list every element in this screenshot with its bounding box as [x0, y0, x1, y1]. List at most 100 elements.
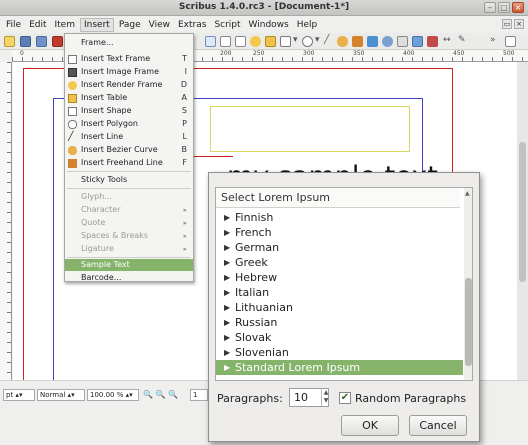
- scrollbar-thumb[interactable]: [519, 142, 526, 282]
- list-item[interactable]: ▶ Greek: [216, 255, 463, 270]
- spin-arrows-icon[interactable]: ▲ ▼: [321, 389, 330, 406]
- zoom-buttons[interactable]: 🔍 🔍 🔍: [143, 390, 178, 399]
- scroll-up-icon[interactable]: ▲: [465, 190, 470, 197]
- menu-barcode[interactable]: Barcode...: [65, 272, 193, 284]
- unlink-frames-icon[interactable]: [427, 36, 438, 47]
- list-item[interactable]: ▶ Lithuanian: [216, 300, 463, 315]
- menu-label: Spaces & Breaks: [81, 231, 149, 240]
- submenu-arrow-icon: ▸: [183, 206, 187, 214]
- list-item[interactable]: ▶ Russian: [216, 315, 463, 330]
- expand-arrow-icon: ▶: [224, 258, 231, 267]
- copy-properties-icon[interactable]: ✎: [458, 35, 466, 45]
- close-document-icon[interactable]: [52, 36, 63, 47]
- menu-insert-bezier-curve[interactable]: Insert Bezier Curve B: [65, 144, 193, 156]
- list-scrollbar-thumb[interactable]: [465, 278, 472, 366]
- menu-windows[interactable]: Windows: [246, 19, 292, 31]
- ok-button[interactable]: OK: [341, 415, 399, 436]
- list-item[interactable]: ▶ Slovenian: [216, 345, 463, 360]
- menu-insert-text-frame[interactable]: Insert Text Frame T: [65, 53, 193, 65]
- list-item-label: Hebrew: [235, 271, 278, 284]
- list-item[interactable]: ▶ German: [216, 240, 463, 255]
- list-item-label: German: [235, 241, 280, 254]
- menu-script[interactable]: Script: [211, 19, 243, 31]
- polygon-tool-icon[interactable]: [302, 36, 313, 47]
- menu-spaces-breaks: Spaces & Breaks ▸: [65, 230, 193, 242]
- menu-page[interactable]: Page: [116, 19, 144, 31]
- view-mode-select[interactable]: Normal ▴▾: [37, 389, 85, 401]
- open-document-icon[interactable]: [20, 36, 31, 47]
- menu-insert-freehand-line[interactable]: Insert Freehand Line F: [65, 157, 193, 169]
- menu-separator: [67, 257, 191, 258]
- list-item[interactable]: ▶ Italian: [216, 285, 463, 300]
- menu-view[interactable]: View: [146, 19, 173, 31]
- new-document-icon[interactable]: [4, 36, 15, 47]
- list-item[interactable]: ▶ Slovak: [216, 330, 463, 345]
- select-tool-icon[interactable]: [205, 36, 216, 47]
- shape-icon: [68, 107, 77, 116]
- menu-sticky-tools[interactable]: Sticky Tools: [65, 174, 193, 186]
- random-paragraphs-checkbox[interactable]: ✔: [339, 392, 351, 404]
- ruler-label: 200: [220, 50, 232, 57]
- menu-insert-shape[interactable]: Insert Shape S: [65, 105, 193, 117]
- polygon-dropdown-icon[interactable]: ▾: [315, 35, 320, 45]
- menu-file[interactable]: File: [3, 19, 24, 31]
- list-item[interactable]: ▶ French: [216, 225, 463, 240]
- line-tool-icon[interactable]: ╱: [324, 35, 329, 45]
- menu-label: Glyph...: [81, 192, 112, 201]
- menu-sample-text[interactable]: Sample Text: [65, 259, 193, 271]
- ruler-label: 300: [303, 50, 315, 57]
- table-tool-icon[interactable]: [265, 36, 276, 47]
- page-number-field[interactable]: 1: [190, 389, 208, 401]
- canvas-vertical-scrollbar[interactable]: [517, 62, 528, 380]
- menu-insert-render-frame[interactable]: Insert Render Frame D: [65, 79, 193, 91]
- doc-close-icon[interactable]: ×: [514, 19, 524, 29]
- lorem-ipsum-dialog: Select Lorem Ipsum ▶ Finnish ▶ French ▶ Ger…: [208, 172, 480, 442]
- mdi-controls: ▭ ×: [502, 19, 524, 29]
- menu-label: Insert Polygon: [81, 119, 138, 128]
- toolbar-overflow-icon[interactable]: »: [490, 35, 496, 45]
- shortcut: F: [182, 158, 187, 167]
- list-scrollbar[interactable]: ▲: [464, 188, 472, 380]
- vertical-ruler[interactable]: [0, 62, 12, 380]
- menu-insert[interactable]: Insert: [80, 17, 114, 32]
- language-list[interactable]: Select Lorem Ipsum ▶ Finnish ▶ French ▶ Ger…: [215, 187, 473, 381]
- doc-restore-icon[interactable]: ▭: [502, 19, 512, 29]
- link-frames-icon[interactable]: [412, 36, 423, 47]
- menu-insert-polygon[interactable]: Insert Polygon P: [65, 118, 193, 130]
- menu-help[interactable]: Help: [294, 19, 321, 31]
- shape-tool-icon[interactable]: [280, 36, 291, 47]
- edit-contents-icon[interactable]: [397, 36, 408, 47]
- pdf-tool-icon[interactable]: [505, 36, 516, 47]
- menu-insert-line[interactable]: ╱ Insert Line L: [65, 131, 193, 143]
- zoom-field[interactable]: 100.00 % ▴▾: [87, 389, 139, 401]
- cancel-button[interactable]: Cancel: [409, 415, 467, 436]
- maximize-button[interactable]: □: [498, 2, 510, 13]
- list-item[interactable]: ▶ Finnish: [216, 210, 463, 225]
- save-icon[interactable]: [36, 36, 47, 47]
- menu-insert-image-frame[interactable]: Insert Image Frame I: [65, 66, 193, 78]
- menu-frame[interactable]: Frame...: [65, 37, 193, 49]
- shortcut: I: [184, 67, 187, 76]
- text-frame-tool-icon[interactable]: [220, 36, 231, 47]
- zoom-tool-icon[interactable]: [382, 36, 393, 47]
- text-frame[interactable]: [210, 106, 410, 152]
- render-frame-tool-icon[interactable]: [250, 36, 261, 47]
- ruler-label: 0: [20, 50, 24, 57]
- rotate-tool-icon[interactable]: [367, 36, 378, 47]
- minimize-button[interactable]: –: [484, 2, 496, 13]
- image-frame-tool-icon[interactable]: [235, 36, 246, 47]
- menu-edit[interactable]: Edit: [26, 19, 49, 31]
- menubar: File Edit Item Insert Page View Extras S…: [0, 16, 528, 33]
- freehand-tool-icon[interactable]: [352, 36, 363, 47]
- menu-insert-table[interactable]: Insert Table A: [65, 92, 193, 104]
- list-item[interactable]: ▶ Hebrew: [216, 270, 463, 285]
- measurements-icon[interactable]: ↔: [443, 35, 451, 45]
- menu-item[interactable]: Item: [52, 19, 79, 31]
- shape-dropdown-icon[interactable]: ▾: [293, 35, 298, 45]
- unit-select[interactable]: pt ▴▾: [3, 389, 35, 401]
- shortcut: T: [182, 54, 187, 63]
- list-item-selected[interactable]: ▶ Standard Lorem Ipsum: [216, 360, 463, 375]
- bezier-tool-icon[interactable]: [337, 36, 348, 47]
- close-button[interactable]: ×: [512, 2, 524, 13]
- menu-extras[interactable]: Extras: [175, 19, 209, 31]
